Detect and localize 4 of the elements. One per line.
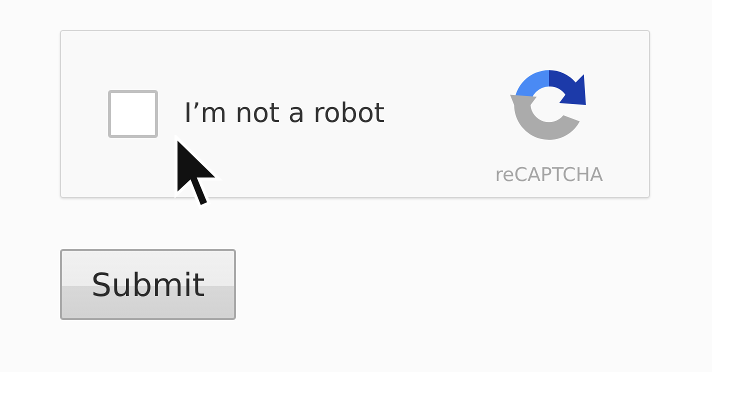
submit-button[interactable]: Submit [60, 249, 236, 320]
brand-name: reCAPTCHA [495, 164, 603, 186]
checkbox[interactable] [108, 90, 158, 138]
checkbox-label: I’m not a robot [184, 98, 386, 128]
